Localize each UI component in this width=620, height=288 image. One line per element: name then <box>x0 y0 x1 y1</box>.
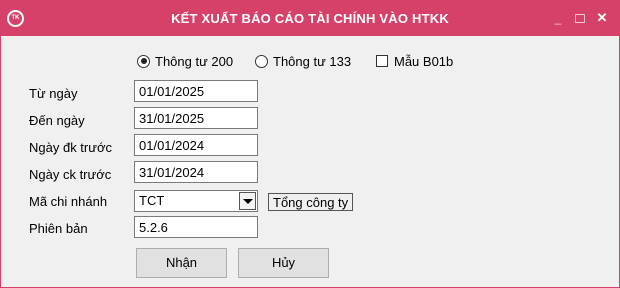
to-date-label: Đến ngày <box>29 113 85 128</box>
radio-circular-200-label: Thông tư 200 <box>155 53 234 69</box>
chevron-down-icon[interactable] <box>239 192 256 210</box>
cancel-button[interactable]: Hủy <box>238 248 329 278</box>
from-date-label: Từ ngày <box>29 86 78 101</box>
branch-name-display: Tổng công ty <box>268 193 354 211</box>
radio-circular-133-label: Thông tư 133 <box>273 53 352 69</box>
maximize-button[interactable] <box>572 9 588 27</box>
branch-code-select[interactable]: TCT <box>134 190 258 212</box>
version-input[interactable] <box>134 216 258 238</box>
checkbox-form-b01b-box[interactable] <box>376 55 388 67</box>
prev-start-date-label: Ngày đk trước <box>29 140 112 155</box>
title-bar[interactable]: TK KẾT XUẤT BÁO CÁO TÀI CHÍNH VÀO HTKK _… <box>1 1 619 36</box>
radio-circular-133-indicator[interactable] <box>255 54 268 68</box>
window-title: KẾT XUẤT BÁO CÁO TÀI CHÍNH VÀO HTKK <box>171 11 449 26</box>
radio-circular-200[interactable]: Thông tư 200 <box>137 52 233 70</box>
prev-start-date-input[interactable] <box>134 134 258 156</box>
minimize-button[interactable]: _ <box>550 9 566 27</box>
radio-circular-200-indicator[interactable] <box>137 54 150 68</box>
from-date-input[interactable] <box>134 80 258 102</box>
ok-button[interactable]: Nhận <box>136 248 227 278</box>
version-label: Phiên bản <box>29 221 88 236</box>
close-button[interactable]: ✕ <box>594 9 610 27</box>
radio-circular-133[interactable]: Thông tư 133 <box>255 52 351 70</box>
prev-end-date-input[interactable] <box>134 161 258 183</box>
to-date-input[interactable] <box>134 107 258 129</box>
checkbox-form-b01b-label: Mẫu B01b <box>394 53 454 69</box>
branch-code-label: Mã chi nhánh <box>29 194 108 209</box>
checkbox-form-b01b[interactable]: Mẫu B01b <box>376 52 453 70</box>
export-dialog: TK KẾT XUẤT BÁO CÁO TÀI CHÍNH VÀO HTKK _… <box>0 0 620 288</box>
maximize-icon <box>575 14 585 24</box>
branch-code-value: TCT <box>139 193 165 208</box>
prev-end-date-label: Ngày ck trước <box>29 167 112 182</box>
